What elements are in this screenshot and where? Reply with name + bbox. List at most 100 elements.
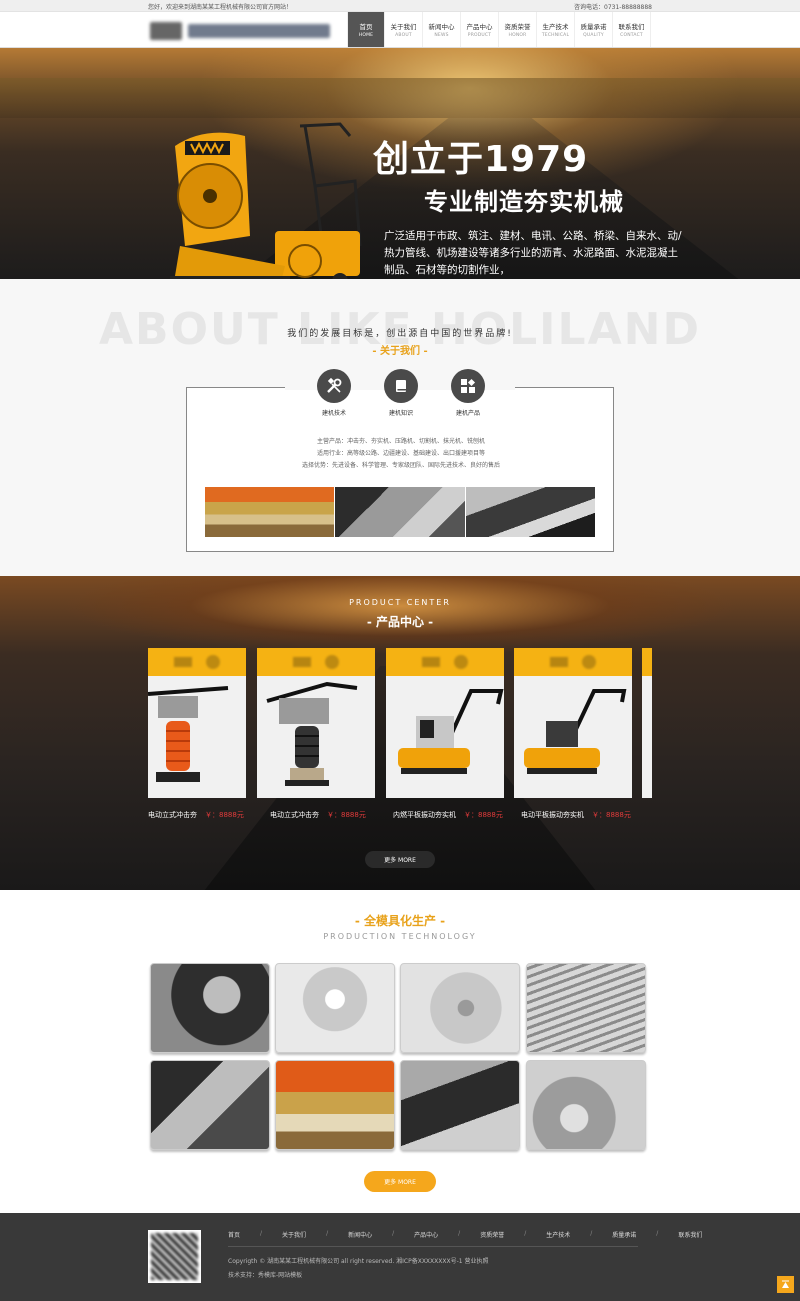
nav-label: 关于我们: [390, 23, 417, 31]
nav-item-quality[interactable]: 质量承诺 QUALITY: [575, 12, 613, 47]
product-caption[interactable]: 电动立式冲击夯 ￥：8888元: [270, 810, 366, 820]
nav-sublabel: QUALITY: [583, 33, 604, 38]
product-card[interactable]: [514, 648, 632, 798]
product-caption[interactable]: 电动立式冲击夯 ￥：8888元: [148, 810, 244, 820]
product-card-partial[interactable]: [642, 648, 652, 798]
production-image[interactable]: [150, 963, 270, 1053]
phone-text: 咨询电话：0731-88888888: [574, 4, 652, 11]
company-logo[interactable]: [150, 19, 330, 43]
footer-link-contact[interactable]: 联系我们: [678, 1230, 702, 1239]
footer-link-quality[interactable]: 质量承诺: [612, 1230, 636, 1239]
about-feature-knowledge[interactable]: 建机知识: [371, 369, 431, 417]
nav-item-about[interactable]: 关于我们 ABOUT: [385, 12, 423, 47]
hero-subtitle: 专业制造夯实机械: [424, 188, 624, 216]
products-title: - 产品中心 -: [366, 615, 434, 629]
production-image[interactable]: [275, 1060, 395, 1150]
production-image[interactable]: [400, 1060, 520, 1150]
product-card[interactable]: [386, 648, 504, 798]
production-image[interactable]: [400, 963, 520, 1053]
product-price: ￥：8888元: [592, 811, 631, 819]
nav-label: 新闻中心: [428, 23, 455, 31]
rammer-image: [148, 686, 229, 782]
product-caption[interactable]: 内燃平板振动夯实机 ￥：8888元: [393, 810, 503, 820]
nav-label: 资质荣誉: [504, 23, 531, 31]
footer-link-product[interactable]: 产品中心: [414, 1230, 438, 1239]
about-box: 建机技术 建机知识 建机产品 主营产品：冲击夯、夯实机、压路机、切割机、抹光机、…: [186, 369, 615, 552]
wrench-screwdriver-icon: [317, 369, 351, 403]
site-footer: 首页 / 关于我们 / 新闻中心 / 产品中心 / 资质荣誉 / 生产技术 / 质量承诺 / …: [0, 1213, 800, 1301]
about-title: - 关于我们 -: [372, 346, 428, 357]
about-line: 主营产品：冲击夯、夯实机、压路机、切割机、抹光机、铣刨机: [316, 438, 485, 445]
tech-support-text[interactable]: 技术支持：秀模库-网站模板: [228, 1270, 302, 1279]
product-name: 电动立式冲击夯: [270, 811, 319, 819]
product-name: 电动立式冲击夯: [148, 811, 197, 819]
production-image[interactable]: [150, 1060, 270, 1150]
about-feature-products[interactable]: 建机产品: [438, 369, 498, 417]
nav-label: 质量承诺: [580, 23, 607, 31]
product-caption[interactable]: 电动平板振动夯实机 ￥：8888元: [521, 810, 631, 820]
nav-label: 产品中心: [466, 23, 493, 31]
production-image[interactable]: [526, 1060, 646, 1150]
feature-label: 建机产品: [455, 410, 480, 417]
footer-divider: [228, 1246, 638, 1247]
about-line: 适用行业：高等级公路、边疆建设、基础建设、出口援建项目等: [316, 450, 485, 457]
product-price: ￥：8888元: [464, 811, 503, 819]
feature-label: 建机技术: [321, 410, 346, 417]
product-name: 电动平板振动夯实机: [521, 811, 584, 819]
grid-icon: [451, 369, 485, 403]
nav-label: 首页: [359, 23, 373, 31]
footer-link-home[interactable]: 首页: [228, 1230, 240, 1239]
footer-link-honor[interactable]: 资质荣誉: [480, 1230, 504, 1239]
nav-sublabel: HOME: [358, 33, 374, 38]
footer-link-about[interactable]: 关于我们: [282, 1230, 306, 1239]
product-card[interactable]: [257, 648, 375, 798]
footer-link-news[interactable]: 新闻中心: [348, 1230, 372, 1239]
nav-label: 生产技术: [542, 23, 569, 31]
hero-title: 创立于1979: [373, 139, 589, 180]
about-line: 选择优势：先进设备、科学管理、专家级团队、国际先进技术、良好的售后: [301, 462, 500, 469]
hero-description: 广泛适用于市政、筑注、建材、电讯、公路、桥梁、自来水、动/热力管线、机场建设等诸…: [384, 230, 682, 276]
product-name: 内燃平板振动夯实机: [393, 811, 456, 819]
footer-link-technical[interactable]: 生产技术: [546, 1230, 570, 1239]
production-section: - 全模具化生产 - PRODUCTION TECHNOLOGY 更多 MORE: [0, 890, 800, 1213]
nav-item-honor[interactable]: 资质荣誉 HONOR: [499, 12, 537, 47]
nav-sublabel: PRODUCT: [467, 33, 492, 38]
nav-item-technical[interactable]: 生产技术 TECHNICAL: [537, 12, 575, 47]
welcome-text: 您好，欢迎来到湖南某某工程机械有限公司官方网站！: [148, 4, 293, 11]
back-to-top-button[interactable]: [777, 1276, 794, 1293]
about-image[interactable]: [205, 487, 335, 537]
products-en-title: PRODUCT CENTER: [349, 598, 451, 607]
nav-sublabel: ABOUT: [395, 33, 412, 38]
nav-item-home[interactable]: 首页 HOME: [347, 12, 385, 47]
production-en-title: PRODUCTION TECHNOLOGY: [323, 932, 477, 941]
nav-sublabel: HONOR: [508, 33, 527, 38]
about-feature-tech[interactable]: 建机技术: [304, 369, 364, 417]
product-price: ￥：8888元: [205, 811, 244, 819]
products-more-button[interactable]: 更多 MORE: [365, 851, 435, 868]
about-image-strip: [205, 487, 595, 537]
product-center-section: PRODUCT CENTER - 产品中心 - 电动立式冲击夯 ￥：8888元 …: [0, 576, 800, 890]
product-price: ￥：8888元: [327, 811, 366, 819]
production-title: - 全模具化生产 -: [354, 914, 446, 928]
plate-compactor-image: [398, 689, 504, 774]
production-more-button[interactable]: 更多 MORE: [364, 1171, 436, 1192]
about-text: 主营产品：冲击夯、夯实机、压路机、切割机、抹光机、铣刨机 适用行业：高等级公路、…: [187, 436, 615, 472]
banner-field: [0, 78, 800, 118]
nav-sublabel: TECHNICAL: [541, 33, 570, 38]
about-image[interactable]: [465, 487, 595, 537]
qr-code: [148, 1230, 201, 1283]
top-info-bar: 您好，欢迎来到湖南某某工程机械有限公司官方网站！ 咨询电话：0731-88888…: [0, 0, 800, 12]
plate-compactor-image: [524, 689, 627, 774]
nav-item-contact[interactable]: 联系我们 CONTACT: [613, 12, 651, 47]
nav-item-news[interactable]: 新闻中心 NEWS: [423, 12, 461, 47]
product-card[interactable]: [148, 648, 246, 798]
main-nav: 首页 HOME 关于我们 ABOUT 新闻中心 NEWS 产品中心 PRODUCT 资质…: [347, 12, 651, 48]
nav-sublabel: NEWS: [434, 33, 449, 38]
about-image[interactable]: [335, 487, 465, 537]
nav-item-product[interactable]: 产品中心 PRODUCT: [461, 12, 499, 47]
hero-banner[interactable]: 创立于1979 专业制造夯实机械 广泛适用于市政、筑注、建材、电讯、公路、桥梁、…: [0, 48, 800, 279]
production-image[interactable]: [275, 963, 395, 1053]
floor-saw-machine-image: [170, 122, 362, 279]
production-image[interactable]: [526, 963, 646, 1053]
nav-sublabel: CONTACT: [620, 33, 643, 38]
